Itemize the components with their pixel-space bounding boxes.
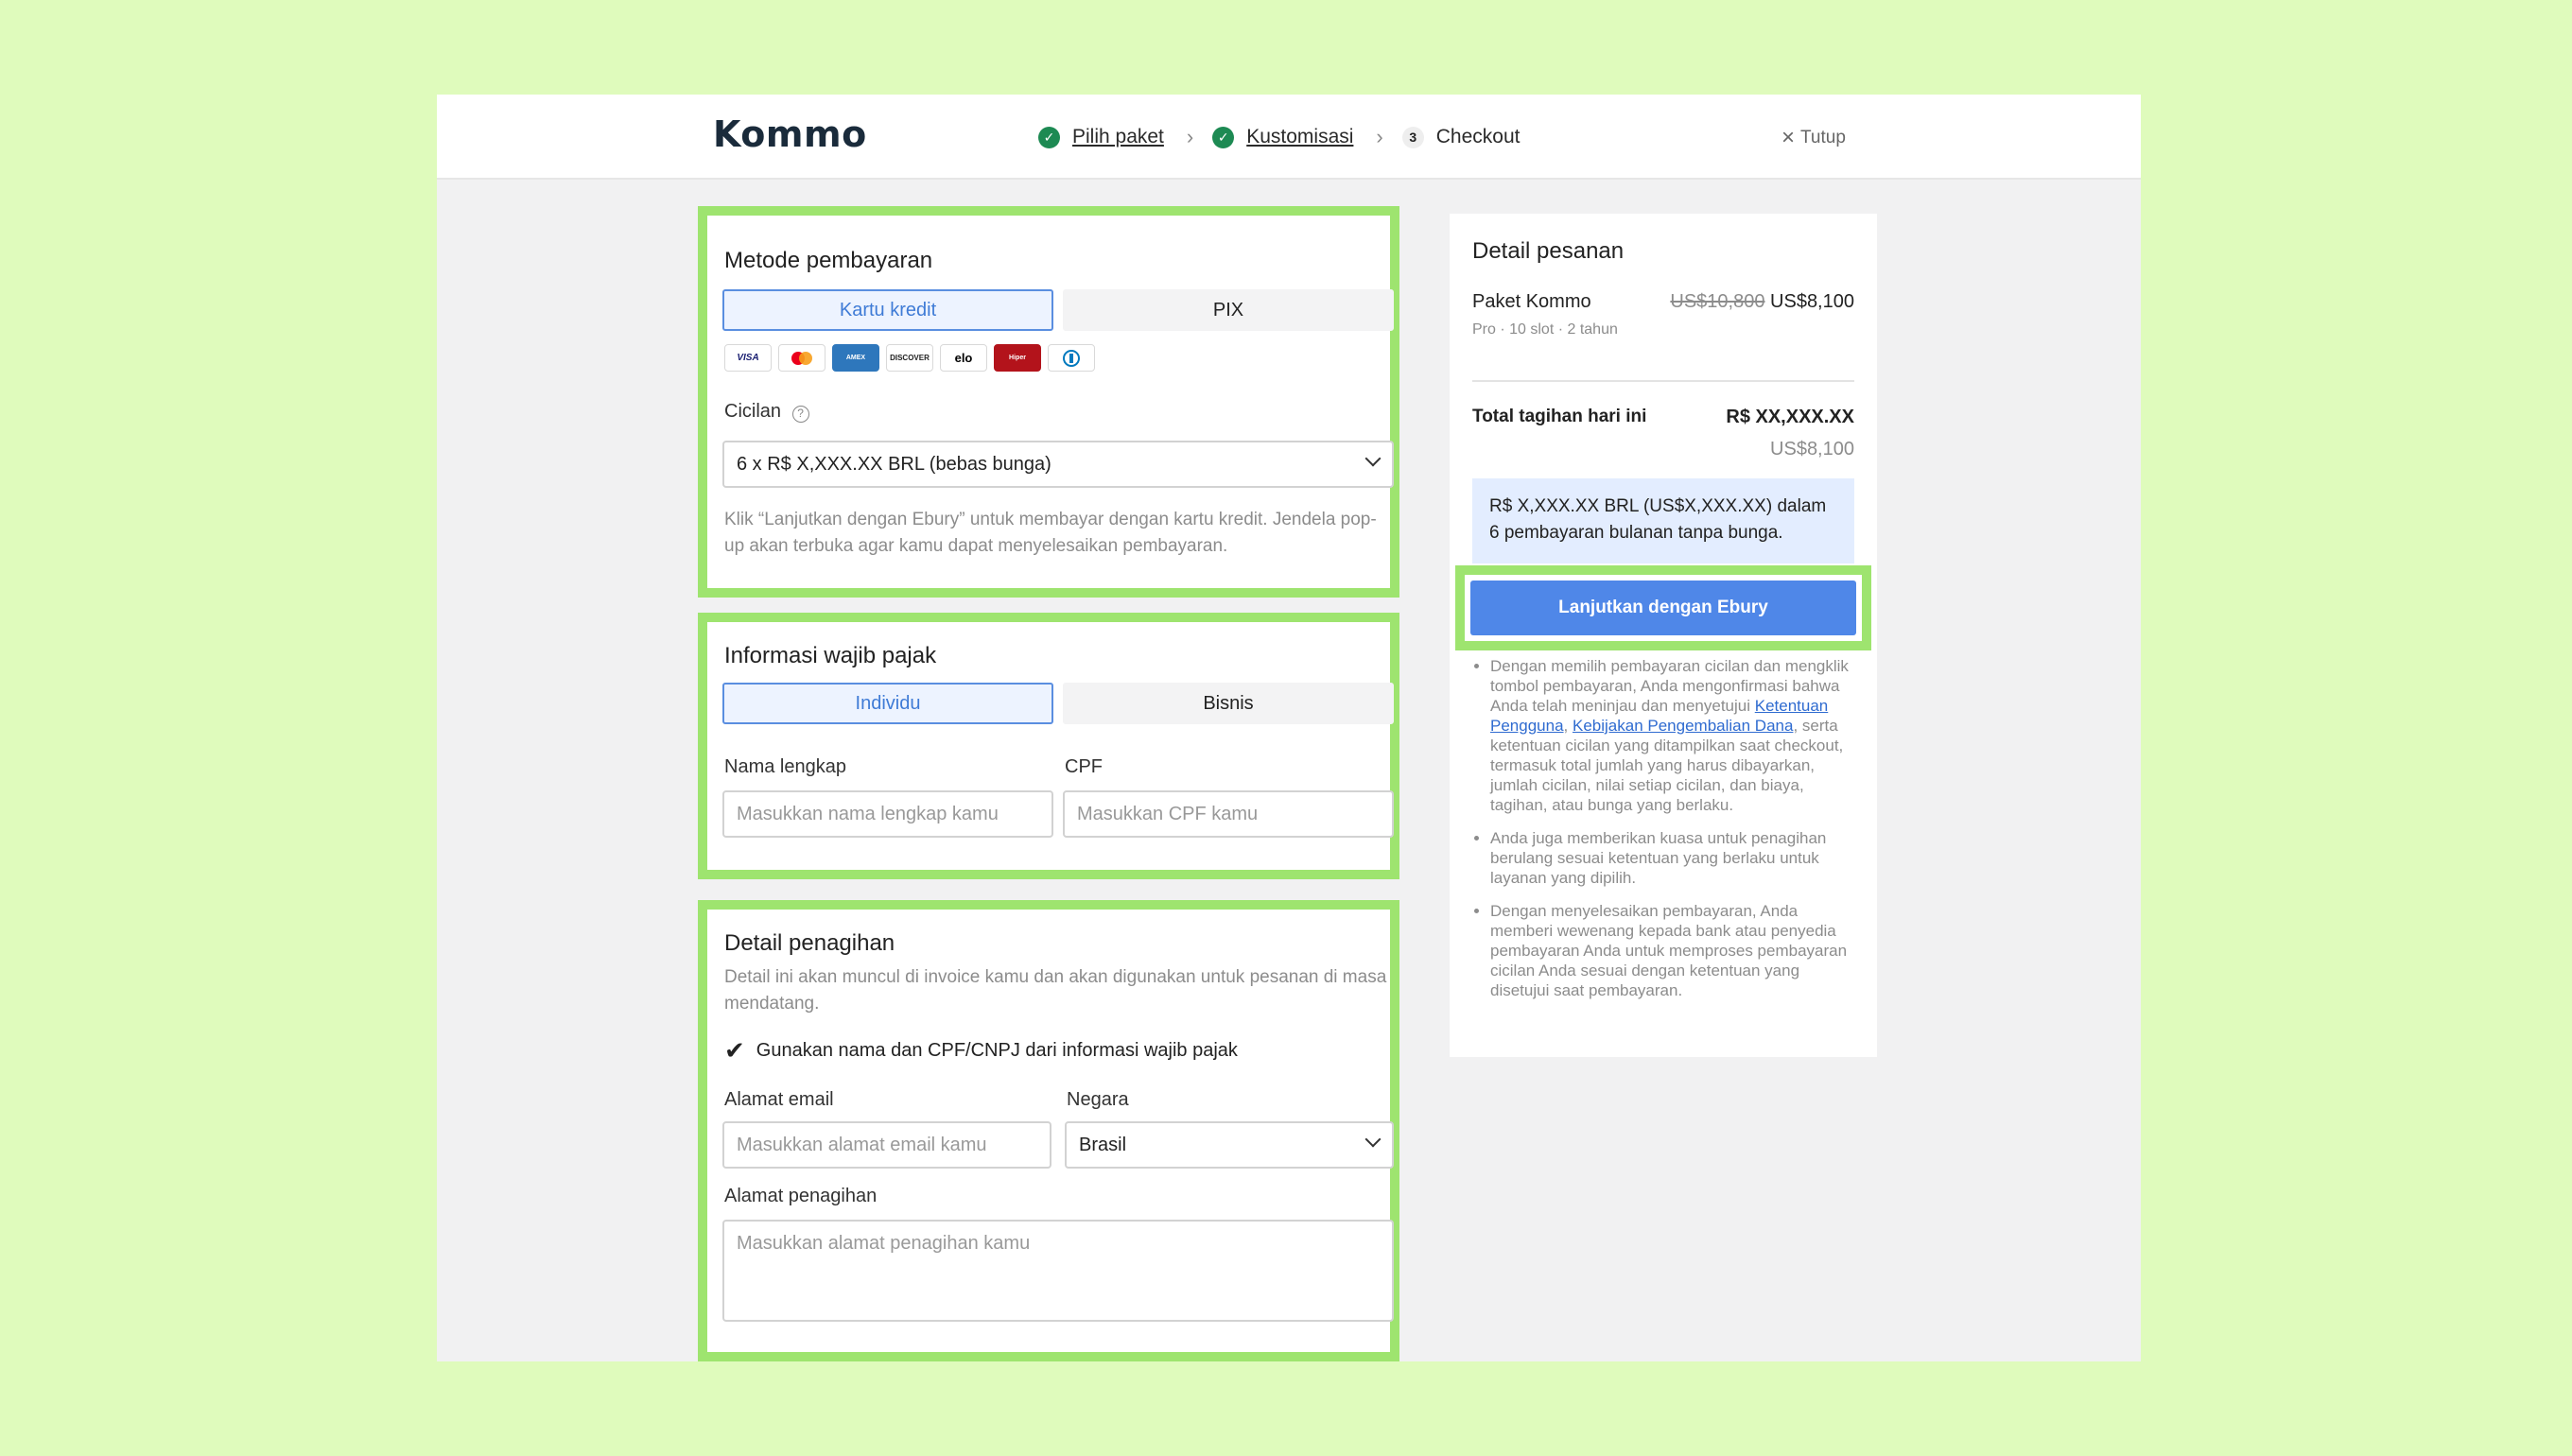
- tab-individu[interactable]: Individu: [722, 683, 1053, 724]
- taxpayer-title: Informasi wajib pajak: [724, 643, 937, 668]
- checkout-stepper: ✓ Pilih paket › ✓ Kustomisasi › 3 Checko…: [1038, 123, 1520, 151]
- installments-value: 6 x R$ X,XXX.XX BRL (bebas bunga): [737, 453, 1051, 475]
- country-label: Negara: [1067, 1089, 1129, 1110]
- chevron-down-icon: [1364, 450, 1382, 467]
- continue-with-ebury-button[interactable]: Lanjutkan dengan Ebury: [1470, 581, 1856, 635]
- billing-description: Detail ini akan muncul di invoice kamu d…: [724, 967, 1387, 1014]
- installments-select[interactable]: 6 x R$ X,XXX.XX BRL (bebas bunga): [722, 441, 1394, 488]
- chevron-down-icon: [1364, 1131, 1382, 1148]
- full-name-label: Nama lengkap: [724, 756, 846, 777]
- checkbox-label: Gunakan nama dan CPF/CNPJ dari informasi…: [756, 1040, 1238, 1061]
- checkout-window: Kommo ✓ Pilih paket › ✓ Kustomisasi › 3 …: [437, 95, 2141, 1361]
- step-pilih-paket[interactable]: ✓ Pilih paket: [1038, 126, 1164, 148]
- full-name-placeholder: Masukkan nama lengkap kamu: [737, 803, 999, 824]
- installments-label-text: Cicilan: [724, 401, 782, 422]
- total-label: Total tagihan hari ini: [1472, 407, 1647, 426]
- cpf-input[interactable]: Masukkan CPF kamu: [1063, 790, 1394, 838]
- refund-policy-link[interactable]: Kebijakan Pengembalian Dana: [1573, 717, 1793, 735]
- country-value: Brasil: [1079, 1134, 1127, 1155]
- top-bar: Kommo ✓ Pilih paket › ✓ Kustomisasi › 3 …: [437, 95, 2141, 180]
- billing-section: Detail penagihan Detail ini akan muncul …: [698, 900, 1399, 1361]
- diners-icon: [1048, 344, 1095, 372]
- terms-item: Dengan memilih pembayaran cicilan dan me…: [1490, 656, 1859, 815]
- terms-separator: ,: [1563, 717, 1573, 735]
- item-meta: Pro · 10 slot · 2 tahun: [1472, 321, 1618, 338]
- address-placeholder: Masukkan alamat penagihan kamu: [737, 1233, 1031, 1254]
- tab-kartu-kredit[interactable]: Kartu kredit: [722, 289, 1053, 331]
- hipercard-icon: Hiper: [994, 344, 1041, 372]
- check-circle-icon: ✓: [1212, 126, 1235, 148]
- tab-bisnis[interactable]: Bisnis: [1063, 683, 1394, 724]
- visa-icon: VISA: [724, 344, 772, 372]
- payment-help-text: Klik “Lanjutkan dengan Ebury” untuk memb…: [724, 510, 1377, 556]
- item-price-block: US$10,800 US$8,100: [1670, 291, 1854, 313]
- use-tax-info-checkbox[interactable]: ✔ Gunakan nama dan CPF/CNPJ dari informa…: [724, 1036, 1238, 1066]
- elo-icon: elo: [940, 344, 987, 372]
- step-label[interactable]: Pilih paket: [1072, 126, 1164, 148]
- billing-title: Detail penagihan: [724, 930, 895, 956]
- step-checkout: 3 Checkout: [1401, 126, 1521, 148]
- chevron-right-icon: ›: [1186, 125, 1194, 148]
- total-value: R$ XX,XXX.XX: [1726, 407, 1854, 427]
- terms-item: Anda juga memberikan kuasa untuk penagih…: [1490, 828, 1859, 888]
- payment-method-section: Metode pembayaran Kartu kredit PIX VISA …: [698, 206, 1399, 598]
- help-circle-icon[interactable]: ?: [791, 406, 809, 423]
- address-textarea[interactable]: Masukkan alamat penagihan kamu: [722, 1220, 1394, 1322]
- cta-highlight: Lanjutkan dengan Ebury: [1455, 565, 1871, 650]
- item-price: US$8,100: [1770, 291, 1854, 312]
- checkmark-icon: ✔: [724, 1036, 745, 1065]
- cpf-placeholder: Masukkan CPF kamu: [1077, 803, 1259, 824]
- full-name-input[interactable]: Masukkan nama lengkap kamu: [722, 790, 1053, 838]
- installment-info-box: R$ X,XXX.XX BRL (US$X,XXX.XX) dalam 6 pe…: [1472, 478, 1854, 563]
- step-label[interactable]: Kustomisasi: [1246, 126, 1353, 148]
- tab-pix[interactable]: PIX: [1063, 289, 1394, 331]
- close-button[interactable]: × Tutup: [1781, 125, 1846, 151]
- country-select[interactable]: Brasil: [1065, 1121, 1394, 1169]
- terms-item: Dengan menyelesaikan pembayaran, Anda me…: [1490, 901, 1859, 1000]
- summary-divider: [1472, 380, 1854, 382]
- item-name: Paket Kommo: [1472, 291, 1591, 312]
- email-input[interactable]: Masukkan alamat email kamu: [722, 1121, 1051, 1169]
- chevron-right-icon: ›: [1376, 125, 1383, 148]
- card-brands: VISA AMEX DISCOVER elo Hiper: [724, 344, 1102, 372]
- email-placeholder: Masukkan alamat email kamu: [737, 1134, 987, 1155]
- step-number: 3: [1401, 126, 1424, 148]
- step-label: Checkout: [1435, 126, 1521, 147]
- total-usd: US$8,100: [1770, 439, 1854, 459]
- terms-list: Dengan memilih pembayaran cicilan dan me…: [1473, 656, 1859, 1014]
- payment-method-title: Metode pembayaran: [724, 248, 933, 273]
- order-summary-title: Detail pesanan: [1472, 238, 1625, 264]
- cpf-label: CPF: [1065, 756, 1103, 777]
- address-label: Alamat penagihan: [724, 1186, 878, 1206]
- discover-icon: DISCOVER: [886, 344, 933, 372]
- email-label: Alamat email: [724, 1089, 834, 1110]
- step-kustomisasi[interactable]: ✓ Kustomisasi: [1212, 126, 1353, 148]
- item-old-price: US$10,800: [1670, 291, 1765, 312]
- installments-label: Cicilan ?: [724, 401, 809, 423]
- close-label: Tutup: [1800, 128, 1846, 147]
- kommo-logo[interactable]: Kommo: [713, 113, 867, 155]
- close-icon: ×: [1781, 125, 1796, 150]
- mastercard-icon: [778, 344, 825, 372]
- check-circle-icon: ✓: [1038, 126, 1060, 148]
- taxpayer-section: Informasi wajib pajak Individu Bisnis Na…: [698, 613, 1399, 879]
- amex-icon: AMEX: [832, 344, 879, 372]
